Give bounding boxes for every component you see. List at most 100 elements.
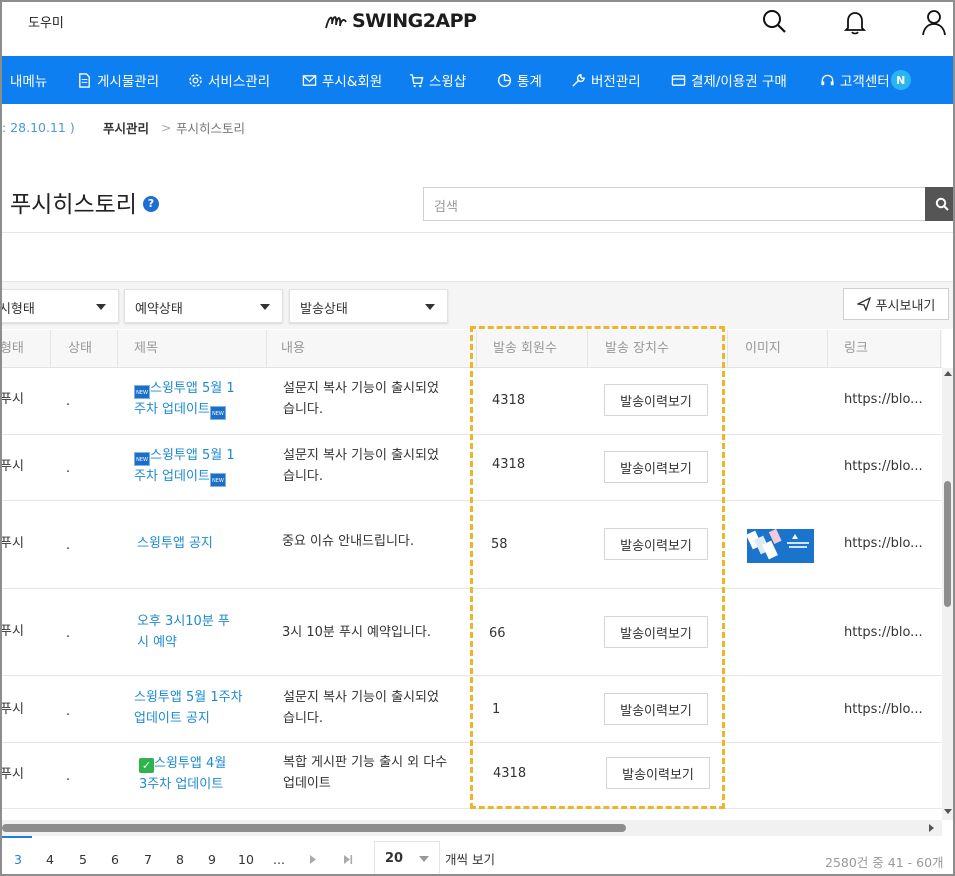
page-link[interactable]: 7 — [144, 852, 152, 867]
mail-icon — [302, 74, 317, 86]
nav-item-support[interactable]: 고객센터 N — [820, 56, 911, 104]
page-link[interactable]: 8 — [176, 852, 184, 867]
send-push-button[interactable]: 푸시보내기 — [843, 288, 949, 320]
column-header[interactable]: 제목 — [134, 330, 158, 368]
nav-item-label: 서비스관리 — [208, 74, 271, 90]
vertical-scroll-thumb[interactable] — [944, 481, 951, 607]
column-header[interactable]: 발송 회원수 — [493, 330, 557, 368]
page-link[interactable]: 10 — [238, 852, 254, 867]
table-row[interactable]: 푸시 . 스윙투앱 5월 1주차 업데이트 공지 설문지 복사 기능이 출시되었… — [2, 676, 942, 743]
reservation-status-select[interactable]: 예약상태 — [124, 289, 283, 323]
last-page-icon[interactable] — [343, 855, 353, 864]
send-history-button[interactable]: 발송이력보기 — [604, 616, 708, 648]
cell-link[interactable]: https://blo... — [844, 456, 923, 477]
cell-link[interactable]: https://blo... — [844, 533, 923, 554]
title-line: 스윙투앱 5월 1주차 — [134, 690, 243, 705]
cell-title-link[interactable]: 오후 3시10분 푸 시 예약 — [137, 611, 267, 653]
cell-title-link[interactable]: NEW 스윙투앱 5월 1 주차 업데이트 NEW — [134, 445, 264, 487]
vertical-scrollbar[interactable] — [942, 368, 953, 820]
page-size-select[interactable]: 20 — [374, 841, 440, 874]
cell-member-count: 1 — [492, 702, 501, 717]
table-row[interactable]: 푸시 . ✓ 스윙투앱 4월 3주차 업데이트 복합 게시판 기능 출시 외 다수… — [2, 743, 942, 809]
search-button[interactable] — [925, 187, 953, 221]
nav-item-label: 스윙샵 — [429, 74, 467, 90]
scroll-down-icon[interactable] — [944, 809, 952, 814]
cell-title-link[interactable]: ✓ 스윙투앱 4월 3주차 업데이트 — [139, 753, 269, 795]
column-header[interactable]: 발송 장치수 — [605, 330, 669, 368]
horizontal-scroll-thumb[interactable] — [2, 824, 626, 832]
send-status-select[interactable]: 발송상태 — [289, 289, 448, 323]
table-row[interactable]: 푸시 . NEW 스윙투앱 5월 1 주차 업데이트 NEW 설문지 복사 기능이 … — [2, 368, 942, 435]
title-line: 3주차 업데이트 — [139, 777, 224, 792]
nav-item-services[interactable]: 서비스관리 — [188, 56, 270, 104]
page-link[interactable]: 5 — [79, 852, 87, 867]
cell-type: 푸시 — [0, 767, 24, 782]
scroll-right-icon[interactable] — [929, 824, 934, 832]
nav-item-push-members[interactable]: 푸시&회원 — [302, 56, 382, 104]
cell-content: 설문지 복사 기능이 출시되었 습니다. — [283, 378, 463, 420]
search-icon[interactable] — [760, 8, 788, 36]
divider — [2, 232, 953, 233]
table-row[interactable]: 푸시 . NEW 스윙투앱 5월 1 주차 업데이트 NEW 설문지 복사 기능이 … — [2, 435, 942, 501]
nav-item-versions[interactable]: 버전관리 — [571, 56, 641, 104]
column-header[interactable]: 상태 — [68, 330, 92, 368]
table-row[interactable]: 푸시 . 오후 3시10분 푸 시 예약 3시 10분 푸시 예약입니다. 66… — [2, 589, 942, 676]
card-icon — [671, 74, 686, 86]
logo[interactable]: SWING2APP — [324, 8, 477, 34]
send-history-button[interactable]: 발송이력보기 — [606, 757, 710, 789]
push-image-thumbnail[interactable] — [747, 529, 814, 563]
pagination: 3 4 5 6 7 8 9 10 ... 개씩 보기 2580건 중 41 - … — [2, 836, 953, 874]
breadcrumb-parent[interactable]: 푸시관리 — [103, 118, 149, 137]
cell-link[interactable]: https://blo... — [844, 699, 923, 720]
cell-title-link[interactable]: 스윙투앱 5월 1주차 업데이트 공지 — [134, 687, 264, 729]
column-header[interactable]: 내용 — [281, 330, 305, 368]
content-line: 습니다. — [283, 469, 324, 484]
page-title-text: 푸시히스토리 — [10, 192, 137, 218]
nav-item-my-menu[interactable]: 내메뉴 — [10, 56, 47, 104]
column-header[interactable]: 푸시형태 — [2, 330, 24, 368]
user-icon[interactable] — [920, 8, 948, 36]
document-icon — [79, 72, 90, 88]
page-link[interactable]: 4 — [46, 852, 54, 867]
search-input[interactable]: 검색 — [423, 187, 926, 221]
page-title: 푸시히스토리 ? — [10, 185, 159, 219]
help-link[interactable]: 도우미 — [28, 12, 64, 31]
help-icon[interactable]: ? — [142, 195, 159, 212]
nav-item-label: 결제/이용권 구매 — [691, 74, 787, 90]
push-type-select[interactable]: 푸시형태 — [2, 289, 119, 323]
cell-status: . — [66, 538, 71, 553]
cell-type: 푸시 — [0, 536, 24, 551]
result-summary: 2580건 중 41 - 60개 — [825, 855, 944, 870]
app-window: 도우미 SWING2APP 내메뉴 게시물관리 서비스관리 푸시&회원 스윙샵 … — [0, 0, 955, 876]
page-link[interactable]: 3 — [14, 852, 22, 867]
cell-title-link[interactable]: NEW 스윙투앱 5월 1 주차 업데이트 NEW — [134, 378, 264, 420]
column-divider — [476, 330, 477, 368]
headset-icon — [821, 74, 834, 85]
title-line: 스윙투앱 5월 1 — [150, 381, 235, 396]
send-history-button[interactable]: 발송이력보기 — [604, 384, 708, 416]
send-push-label: 푸시보내기 — [875, 298, 936, 314]
cell-link[interactable]: https://blo... — [844, 622, 923, 643]
next-page-icon[interactable] — [309, 855, 317, 864]
thumbnail-image — [747, 529, 814, 563]
column-header[interactable]: 링크 — [844, 330, 868, 368]
cell-link[interactable]: https://blo... — [844, 389, 923, 410]
nav-item-shop[interactable]: 스윙샵 — [409, 56, 466, 104]
nav-item-payment[interactable]: 결제/이용권 구매 — [671, 56, 787, 104]
bell-icon[interactable] — [841, 8, 869, 36]
nav-item-posts[interactable]: 게시물관리 — [77, 56, 159, 104]
cell-title-link[interactable]: 스윙투앱 공지 — [137, 533, 213, 554]
page-link[interactable]: 6 — [111, 852, 119, 867]
scroll-up-icon[interactable] — [944, 371, 952, 376]
page-link[interactable]: 9 — [208, 852, 216, 867]
content-line: 습니다. — [283, 402, 324, 417]
column-divider — [50, 330, 51, 368]
send-history-button[interactable]: 발송이력보기 — [604, 528, 708, 560]
cell-content: 3시 10분 푸시 예약입니다. — [282, 625, 431, 640]
column-header[interactable]: 이미지 — [745, 330, 781, 368]
nav-item-stats[interactable]: 통계 — [497, 56, 542, 104]
send-history-button[interactable]: 발송이력보기 — [604, 451, 708, 483]
horizontal-scrollbar[interactable] — [2, 820, 942, 836]
send-history-button[interactable]: 발송이력보기 — [604, 693, 708, 725]
table-row[interactable]: 푸시 . 스윙투앱 공지 중요 이슈 안내드립니다. 58 발송이력보기 htt… — [2, 501, 942, 589]
